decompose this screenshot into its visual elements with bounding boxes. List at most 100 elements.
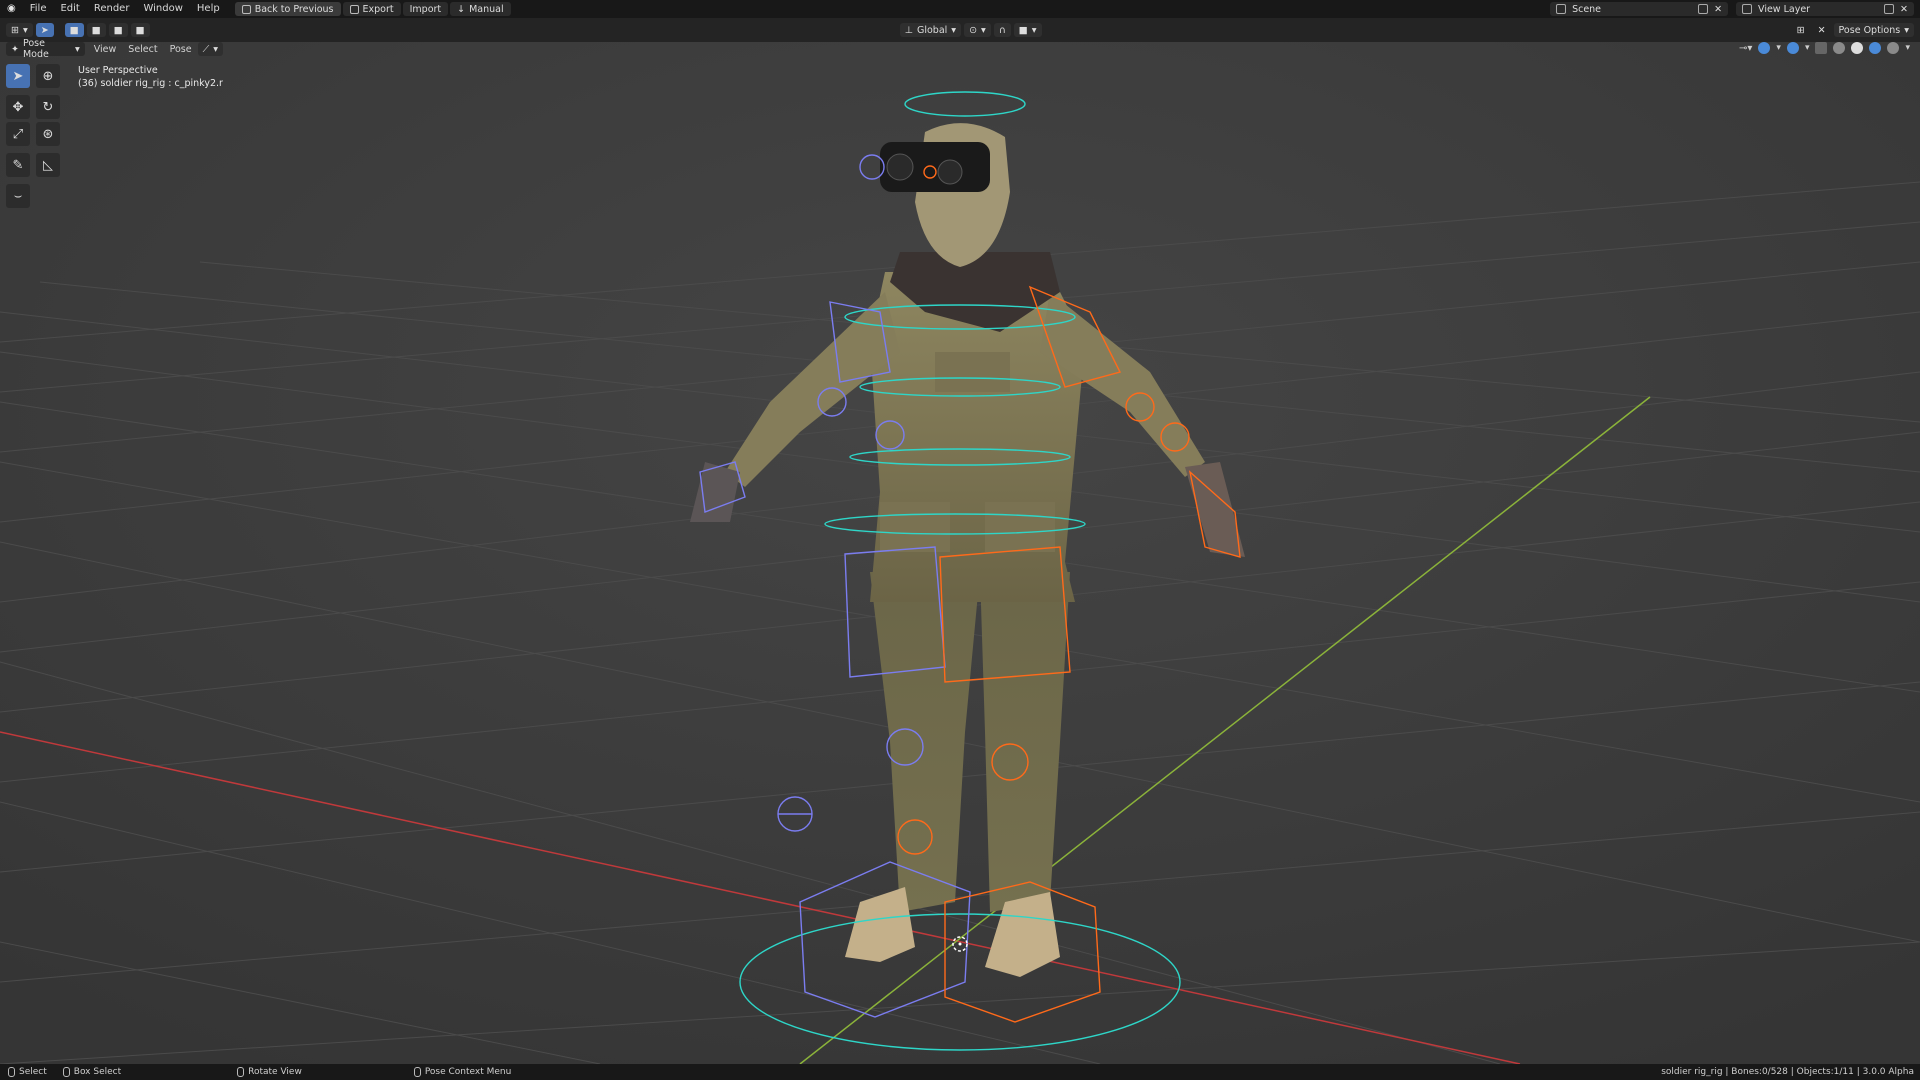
status-box-select-hint: Box Select	[55, 1067, 129, 1077]
scale-icon: ⤢	[12, 126, 24, 142]
blender-logo-icon[interactable]: ◉	[0, 0, 23, 18]
viewport-display-icons: ⊸▾ ▾ ▾ ▾	[1739, 42, 1910, 54]
status-context-hint: Pose Context Menu	[406, 1067, 520, 1077]
pose-library-dropdown[interactable]: ⟋ ▾	[197, 42, 224, 56]
scene-selector[interactable]: Scene ✕	[1550, 2, 1729, 16]
move-icon: ✥	[12, 99, 24, 115]
visibility-dropdown[interactable]: ⊸▾	[1739, 43, 1752, 54]
solid-shading-icon[interactable]	[1851, 42, 1864, 54]
ruler-icon: ◺	[43, 157, 53, 173]
chevron-down-icon: ▾	[1904, 24, 1909, 36]
editor-type-button[interactable]: ⊞ ▾	[6, 23, 33, 37]
chevron-down-icon: ▾	[22, 24, 28, 36]
wireframe-shading-icon[interactable]	[1833, 42, 1846, 54]
new-layer-icon[interactable]	[1884, 4, 1895, 14]
rotate-icon: ↻	[42, 99, 54, 115]
close-icon[interactable]: ✕	[1900, 4, 1908, 15]
gizmo-visibility-icon[interactable]	[1758, 42, 1771, 54]
close-area-button[interactable]: ✕	[1813, 23, 1831, 37]
manual-button[interactable]: ↓ Manual	[450, 2, 511, 16]
new-scene-icon[interactable]	[1698, 4, 1709, 14]
screen-icon	[241, 4, 251, 14]
3d-viewport[interactable]	[0, 42, 1920, 1064]
orientation-icon: ⊥	[904, 24, 913, 36]
chevron-down-icon: ▾	[74, 43, 80, 55]
menu-render[interactable]: Render	[87, 0, 137, 18]
chevron-down-icon[interactable]: ▾	[1805, 43, 1810, 53]
status-rotate-hint: Rotate View	[229, 1067, 310, 1077]
scene-icon	[1556, 4, 1567, 14]
select-mode-intersect[interactable]: ■	[130, 23, 150, 37]
menu-file[interactable]: File	[23, 0, 54, 18]
close-icon: ✕	[1817, 24, 1826, 36]
pivot-point-dropdown[interactable]: ⊙ ▾	[964, 23, 991, 37]
chevron-down-icon: ▾	[951, 24, 957, 36]
gizmo-toggle[interactable]: ⊞	[1792, 23, 1810, 37]
back-to-previous-button[interactable]: Back to Previous	[234, 2, 341, 16]
cursor-tool[interactable]: ⊕	[36, 64, 60, 88]
goggle-lens-right	[937, 159, 963, 185]
select-mode-new[interactable]: ■	[64, 23, 84, 37]
menu-select[interactable]: Select	[122, 44, 163, 55]
pivot-icon: ⊙	[969, 24, 978, 36]
active-bone-label: (36) soldier rig_rig : c_pinky2.r	[78, 78, 223, 89]
measure-tool[interactable]: ◺	[36, 153, 60, 177]
snap-toggle[interactable]: ∩	[993, 23, 1011, 37]
rotate-tool[interactable]: ↻	[36, 95, 60, 119]
menu-pose[interactable]: Pose	[164, 44, 198, 55]
viewport-icon: ⊞	[11, 24, 19, 36]
status-bar: Select Box Select Rotate View Pose Conte…	[0, 1064, 1920, 1080]
pose-mode-icon: ✦	[11, 43, 19, 55]
lower-pocket-right	[985, 502, 1055, 552]
status-select-hint: Select	[0, 1067, 55, 1077]
crosshair-icon: ⊕	[42, 68, 54, 84]
close-icon[interactable]: ✕	[1714, 4, 1722, 15]
status-info: soldier rig_rig | Bones:0/528 | Objects:…	[1661, 1067, 1914, 1077]
view-perspective-label: User Perspective	[78, 65, 158, 76]
pose-options-dropdown[interactable]: Pose Options ▾	[1833, 23, 1914, 37]
mode-dropdown[interactable]: ✦ Pose Mode ▾	[6, 38, 85, 60]
mouse-left-icon	[8, 1067, 15, 1077]
viewport-tool-header: ⊞ ▾ ➤ ■ ■ ■ ■ ⊥ Global ▾ ⊙ ▾ ∩ ■ ▾ ⊞ ✕ Pose…	[0, 18, 1920, 42]
annotate-tool[interactable]: ✎	[6, 153, 30, 177]
cursor-icon: ➤	[40, 24, 49, 36]
import-button[interactable]: Import	[402, 2, 449, 16]
goggle-lens-left	[886, 153, 914, 181]
select-tool-toggle[interactable]: ➤	[35, 23, 54, 37]
cursor-icon: ➤	[12, 68, 24, 84]
relax-pose-tool[interactable]: ⌣	[6, 184, 30, 208]
mouse-middle-icon	[237, 1067, 245, 1077]
select-mode-subtract[interactable]: ■	[108, 23, 128, 37]
chest-pocket	[935, 352, 1010, 392]
lower-pocket-left	[880, 502, 950, 552]
tool-shelf: ➤ ⊕ ✥ ↻ ⤢ ⊛ ✎ ◺ ⌣	[6, 64, 60, 208]
menu-help[interactable]: Help	[190, 0, 227, 18]
top-menu-bar: ◉ File Edit Render Window Help Back to P…	[0, 0, 1920, 18]
gizmo-icon: ⊞	[1796, 24, 1805, 36]
view-layer-selector[interactable]: View Layer ✕	[1736, 2, 1914, 16]
export-button[interactable]: Export	[342, 2, 401, 16]
menu-view[interactable]: View	[88, 44, 123, 55]
snap-target-dropdown[interactable]: ■ ▾	[1013, 23, 1042, 37]
select-box-tool[interactable]: ➤	[6, 64, 30, 88]
chevron-down-icon[interactable]: ▾	[1905, 43, 1910, 53]
scale-tool[interactable]: ⤢	[6, 122, 30, 146]
menu-window[interactable]: Window	[136, 0, 189, 18]
transform-tool[interactable]: ⊛	[36, 122, 60, 146]
rendered-shading-icon[interactable]	[1887, 42, 1900, 54]
mouse-drag-icon	[62, 1067, 70, 1077]
select-mode-extend[interactable]: ■	[86, 23, 106, 37]
viewport-mode-header: ✦ Pose Mode ▾ View Select Pose ⟋ ▾	[0, 38, 1920, 60]
bone-icon: ⟋	[202, 43, 210, 55]
menu-edit[interactable]: Edit	[53, 0, 86, 18]
chevron-down-icon[interactable]: ▾	[1776, 43, 1781, 53]
move-tool[interactable]: ✥	[6, 95, 30, 119]
transform-orientation-dropdown[interactable]: ⊥ Global ▾	[899, 23, 962, 37]
square-icon: ■	[1018, 24, 1028, 36]
transform-icon: ⊛	[42, 126, 54, 142]
viewport-scene	[0, 42, 1920, 1064]
overlay-toggle-icon[interactable]	[1786, 42, 1799, 54]
viewport-info-overlay: User Perspective (36) soldier rig_rig : …	[78, 64, 223, 90]
material-shading-icon[interactable]	[1869, 42, 1882, 54]
xray-toggle-icon[interactable]	[1815, 42, 1828, 54]
